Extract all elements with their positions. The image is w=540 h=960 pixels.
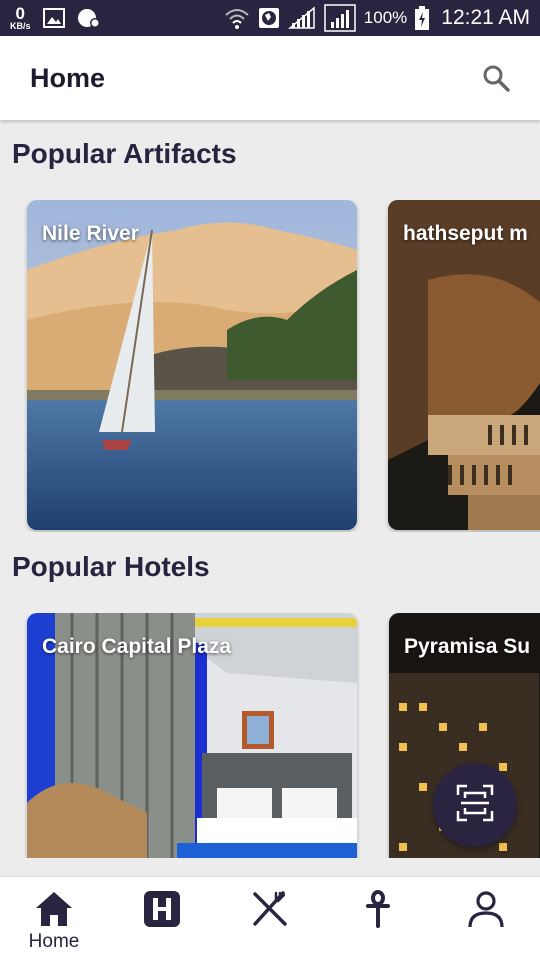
nav-profile[interactable]	[432, 877, 540, 960]
card-label: hathseput m	[403, 222, 528, 245]
qr-scan-button[interactable]	[433, 763, 517, 847]
home-icon	[34, 889, 74, 929]
app-bar: Home	[0, 36, 540, 120]
bottom-navigation: Home	[0, 876, 540, 960]
battery-percent: 100%	[363, 8, 408, 27]
network-speed-unit: KB/s	[10, 21, 31, 31]
nile-river-image	[27, 200, 357, 530]
network-speed: 0 KB/s	[10, 5, 31, 31]
section-title-hotels: Popular Hotels	[12, 551, 210, 582]
page-title: Home	[30, 62, 106, 93]
globe-icon	[258, 7, 280, 29]
search-icon[interactable]	[480, 62, 512, 94]
ankh-icon	[358, 889, 398, 929]
qr-scan-icon	[455, 783, 495, 828]
restaurant-icon	[250, 889, 290, 929]
nav-artifacts[interactable]	[324, 877, 432, 960]
gallery-icon	[42, 8, 65, 28]
nav-home[interactable]: Home	[0, 877, 108, 960]
nav-restaurants[interactable]	[216, 877, 324, 960]
artifacts-carousel[interactable]: Nile River hathseput m	[0, 200, 540, 532]
clock: 12:21 AM	[441, 6, 530, 29]
signal-icon	[287, 6, 316, 30]
artifact-card-nile-river[interactable]: Nile River	[27, 200, 357, 530]
hotel-icon	[142, 889, 182, 929]
hotel-card-cairo-capital-plaza[interactable]: Cairo Capital Plaza	[27, 613, 357, 858]
artifact-card-hatshepsut[interactable]: hathseput m	[388, 200, 540, 530]
hatshepsut-temple-image	[388, 200, 540, 530]
section-title-artifacts: Popular Artifacts	[12, 138, 237, 169]
network-speed-value: 0	[15, 4, 25, 23]
nav-hotels[interactable]	[108, 877, 216, 960]
card-label: Cairo Capital Plaza	[42, 635, 232, 658]
nav-home-label: Home	[28, 931, 80, 952]
wifi-icon	[224, 6, 250, 30]
card-label: Nile River	[42, 222, 139, 245]
battery-charging-icon	[415, 6, 430, 30]
signal-sim2-icon	[324, 4, 356, 32]
profile-icon	[466, 889, 506, 929]
status-bar: 0 KB/s 100% 12:21 AM	[0, 0, 540, 36]
card-label: Pyramisa Su	[404, 635, 531, 658]
vpn-icon	[77, 7, 101, 29]
